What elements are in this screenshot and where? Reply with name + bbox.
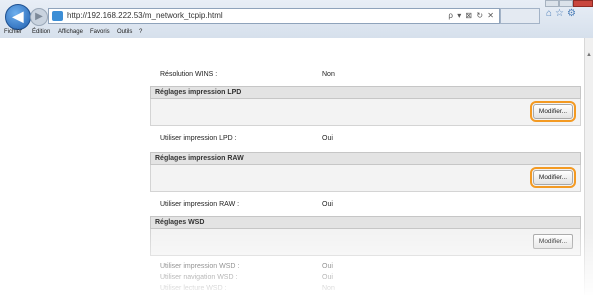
lpd-section-body: Modifier... xyxy=(150,99,581,126)
maximize-button[interactable] xyxy=(559,0,573,7)
menu-favorites[interactable]: Favoris xyxy=(90,29,110,35)
address-tools[interactable]: ρ ▾ ⊠ ↻ ✕ xyxy=(448,11,495,20)
browser-chrome: ◀ ▶ http://192.168.222.53/m_network_tcpi… xyxy=(0,0,593,38)
wsd-section-header: Réglages WSD xyxy=(150,216,581,229)
raw-value: Oui xyxy=(322,201,333,208)
raw-section-header: Réglages impression RAW xyxy=(150,152,581,165)
star-icon[interactable]: ☆ xyxy=(555,8,567,19)
wsd-read-label: Utiliser lecture WSD : xyxy=(160,285,227,292)
wsd-section-body: Modifier... xyxy=(150,229,581,256)
lpd-value: Oui xyxy=(322,135,333,142)
gear-icon[interactable]: ⚙ xyxy=(567,8,579,19)
wsd-print-label: Utiliser impression WSD : xyxy=(160,263,240,270)
wins-value: Non xyxy=(322,71,335,78)
menu-view[interactable]: Affichage xyxy=(58,29,83,35)
forward-icon[interactable]: ▶ xyxy=(30,8,48,26)
menu-file[interactable]: Fichier xyxy=(4,29,22,35)
menu-tools[interactable]: Outils xyxy=(117,29,132,35)
back-icon[interactable]: ◀ xyxy=(5,4,31,30)
site-icon xyxy=(52,11,63,21)
home-icon[interactable]: ⌂ xyxy=(546,8,555,19)
scrollbar[interactable]: ▲ xyxy=(584,38,593,295)
minimize-button[interactable] xyxy=(545,0,559,7)
wsd-read-value: Non xyxy=(322,285,335,292)
browser-tab[interactable] xyxy=(500,8,540,24)
wins-label: Résolution WINS : xyxy=(160,71,218,78)
page-content: Résolution WINS : Non Réglages impressio… xyxy=(0,38,593,295)
raw-section-body: Modifier... xyxy=(150,165,581,192)
modify-wsd-button[interactable]: Modifier... xyxy=(533,234,573,249)
modify-raw-button[interactable]: Modifier... xyxy=(530,167,576,188)
wsd-print-value: Oui xyxy=(322,263,333,270)
url-text[interactable]: http://192.168.222.53/m_network_tcpip.ht… xyxy=(67,11,223,20)
menu-bar: Fichier Édition Affichage Favoris Outils… xyxy=(0,28,593,38)
wsd-browse-value: Oui xyxy=(322,274,333,281)
toolbar-icons[interactable]: ⌂☆⚙ xyxy=(546,8,579,19)
address-bar[interactable]: http://192.168.222.53/m_network_tcpip.ht… xyxy=(48,8,500,24)
menu-edit[interactable]: Édition xyxy=(32,29,50,35)
close-window-button[interactable] xyxy=(573,0,593,7)
scroll-up-icon[interactable]: ▲ xyxy=(586,52,592,58)
lpd-section-header: Réglages impression LPD xyxy=(150,86,581,99)
menu-help[interactable]: ? xyxy=(139,29,142,35)
wsd-browse-label: Utiliser navigation WSD : xyxy=(160,274,238,281)
lpd-label: Utiliser impression LPD : xyxy=(160,135,237,142)
raw-label: Utiliser impression RAW : xyxy=(160,201,240,208)
modify-lpd-button[interactable]: Modifier... xyxy=(530,101,576,122)
